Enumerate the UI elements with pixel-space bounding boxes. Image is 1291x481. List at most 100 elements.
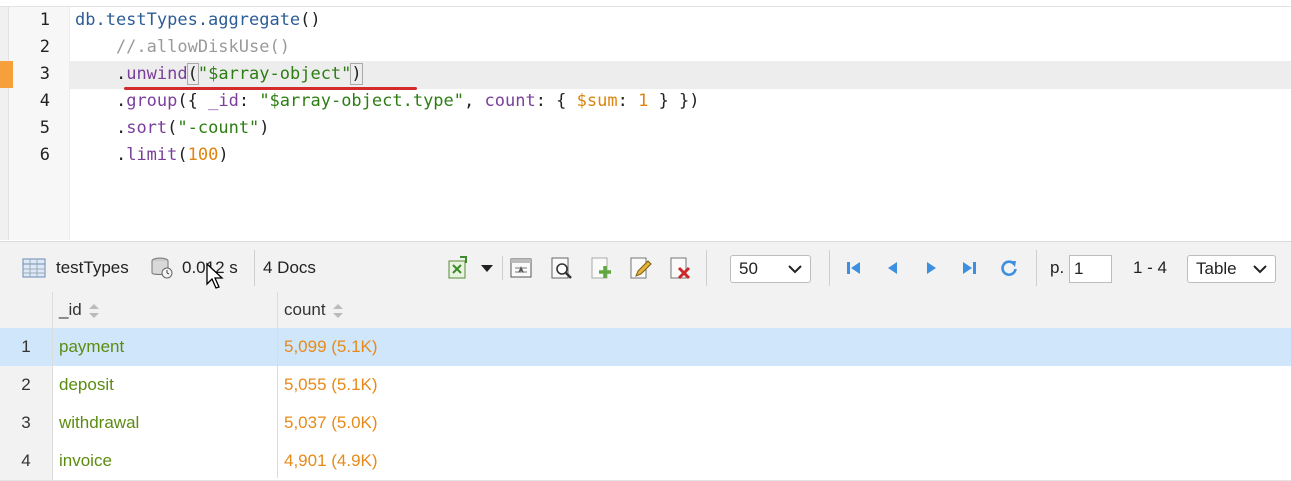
page-size-value: 50	[739, 259, 758, 278]
edit-document-button[interactable]	[628, 242, 652, 293]
line-number: 1	[39, 10, 50, 30]
cell-id[interactable]: withdrawal	[59, 404, 139, 442]
code-string: "$array-object"	[197, 64, 352, 84]
cell-count[interactable]: 5,055 (5.1K)	[284, 366, 378, 404]
line-number: 5	[39, 118, 50, 138]
line-number: 3	[39, 64, 50, 84]
mouse-cursor-icon	[206, 262, 224, 289]
code-token: )	[259, 118, 270, 138]
first-page-icon	[847, 261, 860, 274]
code-token: .	[115, 91, 127, 111]
view-mode-value: Table	[1196, 259, 1237, 278]
view-document-icon	[510, 258, 532, 277]
toolbar-divider	[706, 250, 707, 286]
row-number: 4	[0, 442, 53, 480]
table-row[interactable]: 4 invoice 4,901 (4.9K)	[0, 442, 1291, 481]
dropdown-arrow-icon	[481, 264, 493, 272]
code-token: .	[115, 118, 127, 138]
table-row[interactable]: 1 payment 5,099 (5.1K)	[0, 328, 1291, 367]
code-bracket: (	[186, 63, 199, 85]
page-number-input[interactable]: 1	[1069, 255, 1112, 283]
prev-page-icon	[888, 261, 897, 274]
prev-page-button[interactable]	[884, 242, 902, 293]
chevron-down-icon	[1253, 265, 1267, 274]
code-operator: $sum	[576, 91, 618, 111]
table-row[interactable]: 2 deposit 5,055 (5.1K)	[0, 366, 1291, 405]
code-key: _id	[208, 91, 239, 111]
toolbar-divider	[1036, 250, 1037, 286]
last-page-button[interactable]	[960, 242, 978, 293]
code-line-1[interactable]: db.testTypes.aggregate()	[75, 7, 321, 34]
row-number: 2	[0, 366, 53, 404]
code-token: )	[218, 145, 229, 165]
refresh-button[interactable]	[999, 242, 1019, 293]
find-icon	[551, 257, 572, 279]
toolbar-divider	[502, 256, 503, 280]
code-number: 1	[638, 91, 649, 111]
table-header: _id count	[0, 292, 1291, 329]
edit-document-icon	[630, 257, 652, 278]
next-page-button[interactable]	[922, 242, 940, 293]
code-token: :	[617, 91, 639, 111]
column-divider[interactable]	[277, 292, 278, 478]
code-function: sort	[126, 118, 168, 138]
code-token: : {	[535, 91, 577, 111]
code-function: limit	[126, 145, 178, 165]
code-token: ({	[177, 91, 209, 111]
cell-count[interactable]: 4,901 (4.9K)	[284, 442, 378, 480]
first-page-button[interactable]	[845, 242, 863, 293]
code-token: db.testTypes.aggregate	[75, 10, 301, 30]
column-header-label: _id	[59, 300, 82, 319]
delete-document-icon	[670, 257, 691, 279]
code-token: ,	[464, 91, 485, 111]
chevron-down-icon	[788, 265, 802, 274]
code-token: } })	[648, 91, 700, 111]
find-button[interactable]	[550, 242, 574, 293]
sort-icon	[89, 303, 100, 318]
page-label: p.	[1050, 257, 1065, 277]
line-number: 4	[39, 91, 50, 111]
code-token: .	[115, 145, 127, 165]
editor-top-border	[0, 0, 1291, 7]
query-editor[interactable]: 1 2 3 4 5 6 db.testTypes.aggregate() //.…	[0, 0, 1291, 240]
code-function: unwind	[126, 64, 188, 84]
export-icon	[448, 255, 467, 278]
sort-icon	[333, 303, 344, 318]
delete-document-button[interactable]	[668, 242, 692, 293]
code-line-6[interactable]: .limit(100)	[75, 142, 229, 169]
refresh-icon	[1001, 259, 1017, 276]
row-number: 3	[0, 404, 53, 442]
collection-name: testTypes	[56, 257, 129, 277]
result-range: 1 - 4	[1133, 257, 1168, 277]
code-line-4[interactable]: .group({ _id: "$array-object.type", coun…	[75, 88, 700, 115]
view-document-button[interactable]	[509, 242, 533, 293]
cell-id[interactable]: deposit	[59, 366, 114, 404]
table-row[interactable]: 3 withdrawal 5,037 (5.0K)	[0, 404, 1291, 443]
page-size-select[interactable]: 50	[730, 255, 811, 283]
cell-count[interactable]: 5,099 (5.1K)	[284, 328, 378, 366]
code-line-5[interactable]: .sort("-count")	[75, 115, 270, 142]
export-dropdown[interactable]	[480, 242, 494, 293]
cell-id[interactable]: invoice	[59, 442, 112, 480]
code-line-3[interactable]: .unwind("$array-object")	[75, 61, 363, 88]
line-number: 6	[39, 145, 50, 165]
cell-count[interactable]: 5,037 (5.0K)	[284, 404, 378, 442]
column-header-id[interactable]: _id	[59, 292, 100, 328]
code-number: 100	[187, 145, 219, 165]
export-button[interactable]	[446, 242, 470, 293]
add-document-button[interactable]	[589, 242, 613, 293]
code-token: .	[115, 64, 127, 84]
cell-id[interactable]: payment	[59, 328, 124, 366]
column-header-count[interactable]: count	[284, 292, 344, 328]
toolbar-divider	[254, 250, 255, 286]
code-line-2[interactable]: //.allowDiskUse()	[75, 34, 290, 61]
code-function: group	[126, 91, 178, 111]
code-key: count	[484, 91, 536, 111]
code-token: (	[167, 118, 178, 138]
view-mode-select[interactable]: Table	[1187, 255, 1276, 283]
code-string: "-count"	[177, 118, 260, 138]
add-document-icon	[591, 257, 611, 278]
